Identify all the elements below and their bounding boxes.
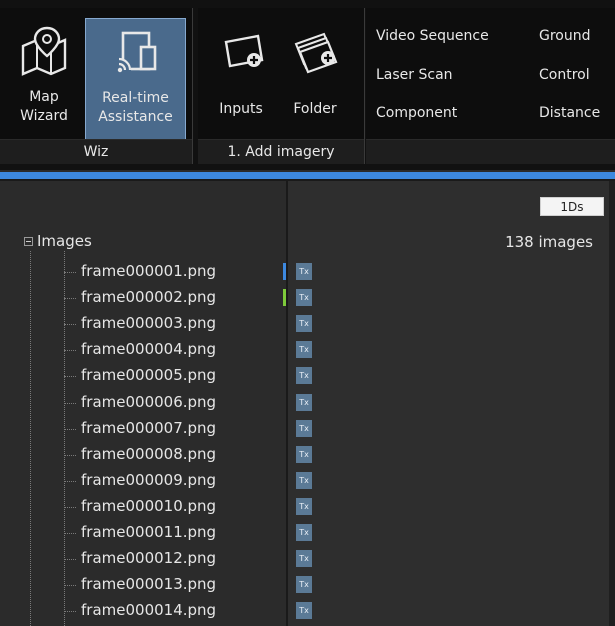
texture-tag-icon: Tx <box>296 419 312 437</box>
texture-tag-icon: Tx <box>296 367 312 385</box>
tree-item-label: frame000002.png <box>81 288 217 307</box>
wiz-group: Map Wizard Real-time Assistance Wiz <box>0 8 192 164</box>
tree-item-label: frame000003.png <box>81 314 217 333</box>
texture-tag-icon: Tx <box>296 341 312 359</box>
tree-item-label: frame000013.png <box>81 575 217 594</box>
distance-button[interactable]: Distance <box>539 105 600 121</box>
tree-item-label: frame000005.png <box>81 366 217 385</box>
tree-item-label: frame000001.png <box>81 262 217 280</box>
texture-tag-icon: Tx <box>296 524 312 541</box>
ground-button[interactable]: Ground <box>539 28 591 44</box>
tree-item[interactable]: frame000005.png <box>0 363 286 389</box>
texture-tag-icon: Tx <box>296 471 312 489</box>
tree-item[interactable]: frame000002.png <box>0 285 286 311</box>
tree-item-label: frame000008.png <box>81 444 217 463</box>
tree-item-label: frame000007.png <box>81 418 217 437</box>
tree-item-label: frame000006.png <box>81 392 217 411</box>
tree-item[interactable]: frame000014.png <box>0 598 286 624</box>
tree-item[interactable]: frame000001.png <box>0 259 286 285</box>
texture-tag-icon: Tx <box>296 289 312 307</box>
tree-connector <box>64 428 76 430</box>
image-count: 138 images <box>505 233 593 251</box>
tree-item[interactable]: frame000006.png <box>0 390 286 416</box>
vertical-scrollbar[interactable] <box>609 181 615 626</box>
texture-tag-icon: Tx <box>296 315 312 333</box>
tree-item[interactable]: frame000012.png <box>0 546 286 572</box>
inputs-label: Inputs <box>219 101 263 117</box>
map-wizard-button[interactable]: Map Wizard <box>4 18 84 140</box>
texture-tag-icon: Tx <box>296 576 312 594</box>
tree-item-label: frame000009.png <box>81 470 217 489</box>
image-tree-panel: Images frame000001.png frame000002.png fra… <box>0 181 286 626</box>
tree-connector <box>64 298 76 300</box>
add-imagery-group: Inputs Folder 1. Add imagery <box>198 8 364 164</box>
tree-root-images[interactable]: Images <box>37 232 92 250</box>
realtime-device-icon <box>111 25 161 85</box>
tree-item[interactable]: frame000011.png <box>0 520 286 546</box>
import-group: Video Sequence Laser Scan Component Grou… <box>366 8 615 164</box>
import-group-label <box>366 139 615 164</box>
texture-tag-icon: Tx <box>296 445 312 463</box>
tree-item-label: frame000004.png <box>81 340 217 359</box>
component-button[interactable]: Component <box>376 105 457 121</box>
wiz-group-label: Wiz <box>0 139 192 164</box>
realtime-label-2: Assistance <box>98 109 173 125</box>
realtime-assistance-button[interactable]: Real-time Assistance <box>85 18 186 140</box>
folder-label: Folder <box>293 101 337 117</box>
map-wizard-label-1: Map <box>29 89 59 105</box>
add-image-icon <box>214 24 268 84</box>
image-details-panel: 1Ds 138 images Tx Tx Tx Tx Tx Tx Tx Tx Tx Tx Tx Tx T… <box>288 181 615 626</box>
folder-button[interactable]: Folder <box>280 18 350 140</box>
map-pin-icon <box>17 24 71 84</box>
ribbon-accent-bar <box>0 172 615 179</box>
laser-scan-button[interactable]: Laser Scan <box>376 67 453 83</box>
inputs-button[interactable]: Inputs <box>210 18 272 140</box>
tree-connector <box>64 272 76 273</box>
tree-item[interactable]: frame000009.png <box>0 468 286 494</box>
control-button[interactable]: Control <box>539 67 590 83</box>
tree-item[interactable]: frame000003.png <box>0 311 286 337</box>
tree-item-label: frame000011.png <box>81 523 217 541</box>
tree-item[interactable]: frame000007.png <box>0 416 286 442</box>
tree-item[interactable]: frame000004.png <box>0 337 286 363</box>
tree-connector <box>64 533 76 534</box>
map-wizard-label-2: Wizard <box>20 108 68 124</box>
tree-connector <box>64 585 76 587</box>
tree-connector <box>64 324 76 326</box>
video-sequence-button[interactable]: Video Sequence <box>376 28 489 44</box>
tree-item-label: frame000010.png <box>81 496 217 515</box>
texture-tag-icon: Tx <box>296 602 312 620</box>
tree-item[interactable]: frame000008.png <box>0 442 286 468</box>
column-header-1ds[interactable]: 1Ds <box>540 197 604 216</box>
tree-item[interactable]: frame000010.png <box>0 494 286 520</box>
texture-tag-icon: Tx <box>296 497 312 515</box>
tree-connector <box>64 559 76 561</box>
texture-tag-icon: Tx <box>296 263 312 280</box>
image-folder-icon <box>288 24 342 84</box>
tree-connector <box>64 376 76 378</box>
tree-connector <box>64 454 76 456</box>
tree-connector <box>64 480 76 482</box>
tree-connector <box>64 506 76 508</box>
collapse-toggle-icon[interactable] <box>24 237 33 246</box>
tree-connector <box>64 402 76 404</box>
add-imagery-group-label: 1. Add imagery <box>198 139 364 164</box>
tree-item-label: frame000012.png <box>81 549 217 568</box>
ribbon-separator <box>192 8 193 164</box>
ribbon: Map Wizard Real-time Assistance Wiz Inpu… <box>0 0 615 170</box>
texture-tag-icon: Tx <box>296 550 312 568</box>
tree-connector <box>64 611 76 613</box>
tree-item-label: frame000014.png <box>81 601 217 620</box>
ribbon-separator <box>364 8 365 164</box>
tree-item[interactable]: frame000013.png <box>0 572 286 598</box>
texture-tag-icon: Tx <box>296 393 312 411</box>
realtime-label-1: Real-time <box>102 90 169 106</box>
tree-connector <box>64 350 76 352</box>
